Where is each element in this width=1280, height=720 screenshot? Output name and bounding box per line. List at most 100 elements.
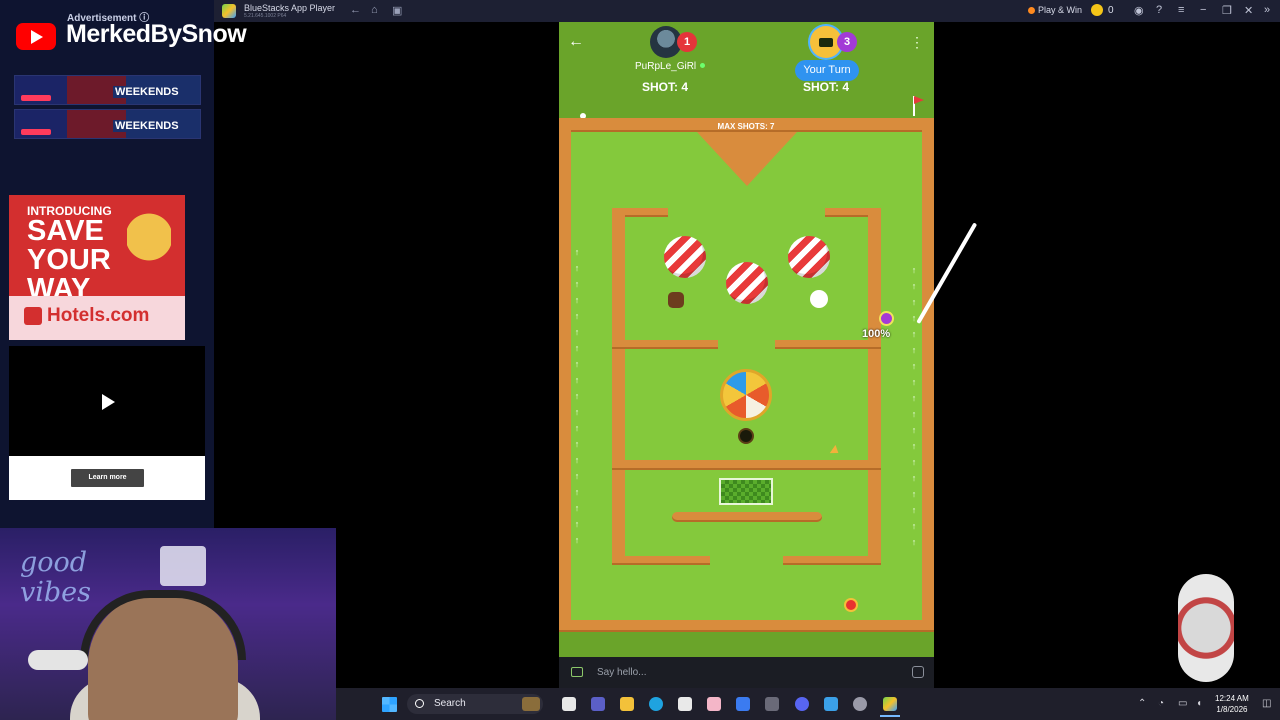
tabs-icon[interactable]: ▣ [392, 4, 402, 17]
taskbar-clock[interactable]: 12:24 AM 1/8/2026 [1215, 693, 1249, 715]
settings-icon[interactable] [765, 697, 779, 711]
inner-wall [672, 512, 822, 522]
play-win-icon [1028, 6, 1035, 14]
player2-shot-count: SHOT: 4 [803, 80, 850, 94]
spinner-obstacle [720, 369, 772, 421]
bluestacks-titlebar: BlueStacks App Player 5.21.645.1002 P64 … [214, 0, 1280, 22]
game-menu-icon[interactable]: ⋮ [910, 33, 924, 51]
bluestacks-logo-icon [222, 4, 236, 18]
banner-cta-icon [21, 95, 51, 101]
bluestacks-taskbar-icon[interactable] [883, 697, 897, 711]
inner-wall-left [612, 208, 625, 565]
chat-input[interactable]: Say hello... [597, 667, 646, 678]
golf-hole [738, 428, 754, 444]
learn-more-button[interactable]: Learn more [71, 469, 144, 487]
minimize-icon[interactable]: − [1200, 4, 1206, 16]
coin-counter[interactable]: 0 [1091, 4, 1114, 16]
menu-icon[interactable]: ≡ [1178, 4, 1184, 16]
edge-icon[interactable] [649, 697, 663, 711]
right-wall [922, 118, 934, 632]
clock-date: 1/8/2026 [1216, 705, 1248, 714]
search-icon [415, 699, 424, 708]
discord-icon[interactable] [795, 697, 809, 711]
bumper [788, 236, 830, 278]
notification-icon[interactable]: ◫ [1262, 698, 1271, 709]
microphone [28, 650, 88, 670]
channel-name: MerkedBySnow [66, 20, 247, 48]
player1-badge: 1 [677, 32, 697, 52]
banner-ad-2[interactable]: WEEKENDS [14, 109, 201, 139]
youtube-icon [16, 23, 56, 50]
home-icon[interactable]: ⌂ [371, 4, 378, 16]
video-ad[interactable]: Learn more [9, 346, 205, 500]
clock-time: 12:24 AM [1215, 694, 1249, 703]
flag-icon [914, 96, 924, 104]
bottom-wall [559, 620, 934, 632]
inner-wall [612, 556, 710, 565]
app-title: BlueStacks App Player [244, 3, 336, 13]
chat-icon[interactable] [571, 667, 583, 677]
display-icon[interactable]: ▭ [1178, 698, 1187, 709]
banner-cta-icon [21, 129, 51, 135]
coin-icon [1091, 4, 1103, 16]
restore-icon[interactable]: ❐ [1222, 4, 1232, 17]
copilot-icon[interactable] [736, 697, 750, 711]
app-version: 5.21.645.1002 P64 [244, 13, 287, 19]
inner-wall-right [868, 208, 881, 565]
left-wall [559, 118, 571, 632]
checkered-block [719, 478, 773, 505]
search-highlight-icon [522, 697, 540, 711]
task-view-icon[interactable] [562, 697, 576, 711]
play-win-label: Play & Win [1038, 5, 1083, 15]
online-status-icon [700, 63, 705, 68]
notepad-icon[interactable] [824, 697, 838, 711]
triangle-wall [697, 132, 797, 186]
shot-power-label: 100% [862, 328, 891, 340]
help-icon[interactable]: ? [1156, 4, 1162, 16]
inner-wall [612, 460, 881, 470]
your-turn-pill: Your Turn [795, 60, 859, 81]
player1-shot-count: SHOT: 4 [642, 80, 689, 94]
sidebar-toggle-icon[interactable]: » [1264, 4, 1270, 16]
inner-wall [783, 556, 881, 565]
back-icon[interactable]: ← [350, 4, 361, 16]
close-icon[interactable]: ✕ [1244, 4, 1253, 17]
hotels-ad[interactable]: INTRODUCING SAVE YOUR WAY Hotels.com [9, 195, 185, 340]
volume-icon[interactable]: ◖ [1196, 698, 1202, 709]
app-icon[interactable] [707, 697, 721, 711]
bell-icon [127, 213, 171, 273]
play-win-button[interactable]: Play & Win [1028, 5, 1082, 15]
banner-text: WEEKENDS [113, 120, 181, 132]
stream-badge-overlay [1178, 574, 1234, 682]
inner-wall [612, 340, 718, 349]
mole-obstacle [668, 292, 684, 308]
sticker-icon[interactable] [912, 666, 924, 678]
banner-text: WEEKENDS [113, 86, 181, 98]
hotels-logo-icon [24, 307, 42, 325]
play-icon[interactable] [102, 394, 115, 410]
course-footer [559, 632, 934, 657]
windows-start-icon[interactable] [382, 697, 397, 712]
banner-ad-1[interactable]: WEEKENDS [14, 75, 201, 105]
coin-count: 0 [1108, 4, 1114, 16]
network-icon[interactable]: ◔ [1158, 698, 1164, 709]
file-explorer-icon[interactable] [620, 697, 634, 711]
webcam-overlay: good vibes [0, 528, 336, 720]
bumper [726, 262, 768, 304]
profile-icon[interactable]: ◉ [1134, 4, 1144, 17]
active-app-indicator [880, 715, 900, 717]
player1-name: PuRpLe_GiRl [635, 61, 697, 72]
obs-icon[interactable] [853, 697, 867, 711]
hotels-brand: Hotels.com [47, 305, 150, 326]
teams-icon[interactable] [591, 697, 605, 711]
tray-overflow-icon[interactable]: ⌃ [1138, 698, 1146, 709]
bumper [664, 236, 706, 278]
store-icon[interactable] [678, 697, 692, 711]
lamp [160, 546, 206, 586]
inner-wall [775, 340, 881, 349]
red-ball [846, 600, 856, 610]
player-ball[interactable] [881, 313, 892, 324]
player2-badge: 3 [837, 32, 857, 52]
game-back-icon[interactable]: ← [566, 33, 586, 51]
booster-arrows-right: ↑ ↑ ↑ ↑ ↑ ↑ ↑ ↑ ↑ ↑ ↑ ↑ ↑ ↑ ↑ ↑ ↑ ↑ [911, 265, 917, 547]
